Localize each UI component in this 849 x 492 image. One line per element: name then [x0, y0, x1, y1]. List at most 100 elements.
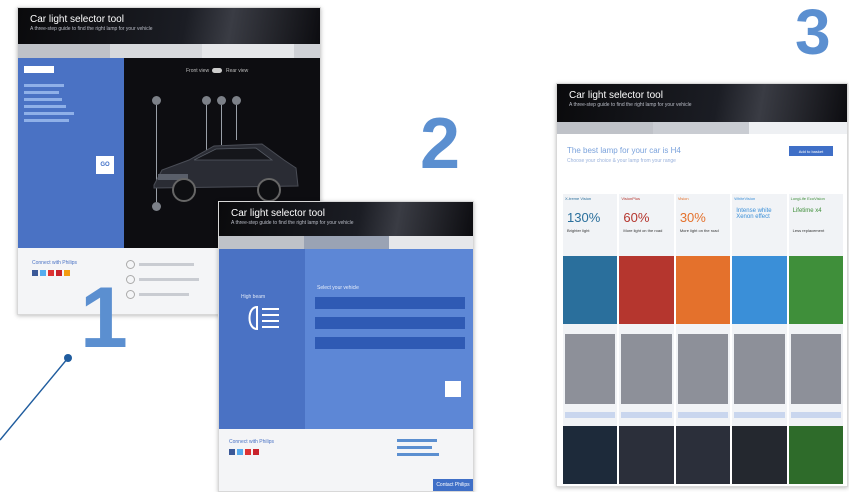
rating-stars	[565, 412, 616, 418]
twitter-icon[interactable]	[237, 449, 243, 455]
tab-step-1[interactable]	[18, 44, 110, 58]
hotspot-3[interactable]	[217, 96, 226, 105]
product-column: Vision 30% More light on the road	[675, 194, 731, 484]
options-sidebar: GO	[18, 58, 124, 248]
product-image	[732, 256, 787, 324]
model-select[interactable]	[315, 317, 465, 329]
option-item[interactable]	[24, 84, 64, 87]
product-column: VisionPlus 60% More light on the road	[619, 194, 674, 484]
product-value: 60%	[623, 210, 650, 225]
spec-table	[565, 334, 616, 404]
spec-table	[677, 334, 729, 404]
pinterest-icon[interactable]	[56, 270, 62, 276]
product-image	[619, 256, 674, 324]
product-name: X-treme Vision	[565, 196, 592, 201]
screenshot-step-2: Car light selector tool A three-step gui…	[218, 201, 474, 492]
spec-table	[621, 334, 672, 404]
product-name: WhiteVision	[734, 196, 756, 201]
hotspot-2[interactable]	[202, 96, 211, 105]
panel-label: High beam	[241, 294, 266, 300]
info-line	[139, 293, 189, 296]
product-column: WhiteVision Intense white Xenon effect	[732, 194, 787, 484]
go-button[interactable]: GO	[96, 156, 114, 174]
year-select[interactable]	[315, 337, 465, 349]
app-subtitle: A three-step guide to find the right lam…	[231, 220, 354, 226]
product-image	[788, 256, 844, 324]
tab-step-2[interactable]	[653, 122, 750, 134]
tab-step-1[interactable]	[219, 236, 304, 249]
hotspot-1[interactable]	[152, 96, 161, 105]
tab-step-2[interactable]	[110, 44, 202, 58]
product-name: Vision	[677, 196, 689, 201]
connect-label: Connect with Philips	[32, 260, 78, 266]
front-view-label[interactable]: Front view	[186, 68, 209, 74]
option-list	[24, 80, 84, 126]
spec-table	[734, 334, 785, 404]
pointer-line	[0, 354, 72, 441]
step-tabs	[557, 122, 847, 134]
product-box	[675, 426, 731, 484]
rating-stars	[621, 412, 672, 418]
screenshot-step-3: Car light selector tool A three-step gui…	[556, 83, 848, 487]
connect-label: Connect with Philips	[229, 439, 275, 445]
make-select[interactable]	[315, 297, 465, 309]
tab-step-2[interactable]	[303, 236, 389, 249]
rating-stars	[677, 412, 729, 418]
social-icons	[32, 270, 70, 276]
youtube-icon[interactable]	[48, 270, 54, 276]
view-toggle[interactable]	[212, 68, 222, 73]
facebook-icon[interactable]	[229, 449, 235, 455]
footer-link[interactable]	[397, 446, 432, 449]
app-header: Car light selector tool A three-step gui…	[18, 8, 320, 44]
contact-button[interactable]: Contact Philips	[433, 479, 473, 491]
facebook-icon[interactable]	[32, 270, 38, 276]
add-button[interactable]: Add to basket	[789, 146, 833, 156]
result-subheading: Choose your choice & your lamp from your…	[567, 158, 676, 164]
hotspot-4[interactable]	[232, 96, 241, 105]
rating-stars	[790, 412, 842, 418]
twitter-icon[interactable]	[40, 270, 46, 276]
high-beam-icon	[248, 305, 279, 331]
info-list	[126, 260, 206, 299]
product-value: 130%	[567, 210, 601, 225]
product-desc: Brighter light	[567, 228, 590, 233]
footer-link[interactable]	[397, 453, 439, 456]
product-name: LongLife EcoVision	[790, 196, 825, 201]
option-item[interactable]	[24, 105, 66, 108]
tab-step-3[interactable]	[388, 236, 473, 249]
step-number-3: 3	[795, 0, 831, 68]
find-lamp-tab[interactable]	[24, 66, 54, 73]
pinterest-icon[interactable]	[253, 449, 259, 455]
car-image	[153, 143, 299, 202]
product-column: LongLife EcoVision Lifetime x4 Less repl…	[788, 194, 844, 484]
step-number-2: 2	[420, 104, 461, 184]
option-item[interactable]	[24, 112, 74, 115]
select-label: Select your vehicle	[317, 285, 359, 291]
product-desc: More light on the road	[623, 228, 663, 233]
rear-view-label[interactable]: Rear view	[226, 68, 248, 74]
tab-step-3[interactable]	[202, 44, 294, 58]
step-number-1: 1	[80, 270, 128, 366]
step-tabs	[219, 236, 473, 249]
footer-area: Connect with Philips Contact Philips	[219, 429, 473, 491]
youtube-icon[interactable]	[245, 449, 251, 455]
tab-step-3[interactable]	[749, 122, 847, 134]
product-box	[788, 426, 844, 484]
app-subtitle: A three-step guide to find the right lam…	[30, 26, 153, 32]
option-item[interactable]	[24, 98, 62, 101]
footer-link[interactable]	[397, 439, 437, 442]
product-image	[675, 256, 731, 324]
product-column: X-treme Vision 130% Brighter light	[563, 194, 618, 484]
go-button[interactable]	[445, 381, 461, 397]
tab-step-1[interactable]	[557, 122, 654, 134]
product-desc: Less replacement	[792, 228, 825, 233]
app-subtitle: A three-step guide to find the right lam…	[569, 102, 692, 108]
product-image	[563, 256, 618, 324]
option-item[interactable]	[24, 119, 69, 122]
app-title: Car light selector tool	[231, 208, 325, 219]
rss-icon[interactable]	[64, 270, 70, 276]
product-value: 30%	[679, 210, 706, 225]
spec-table	[790, 334, 842, 404]
info-line	[139, 278, 199, 281]
option-item[interactable]	[24, 91, 59, 94]
